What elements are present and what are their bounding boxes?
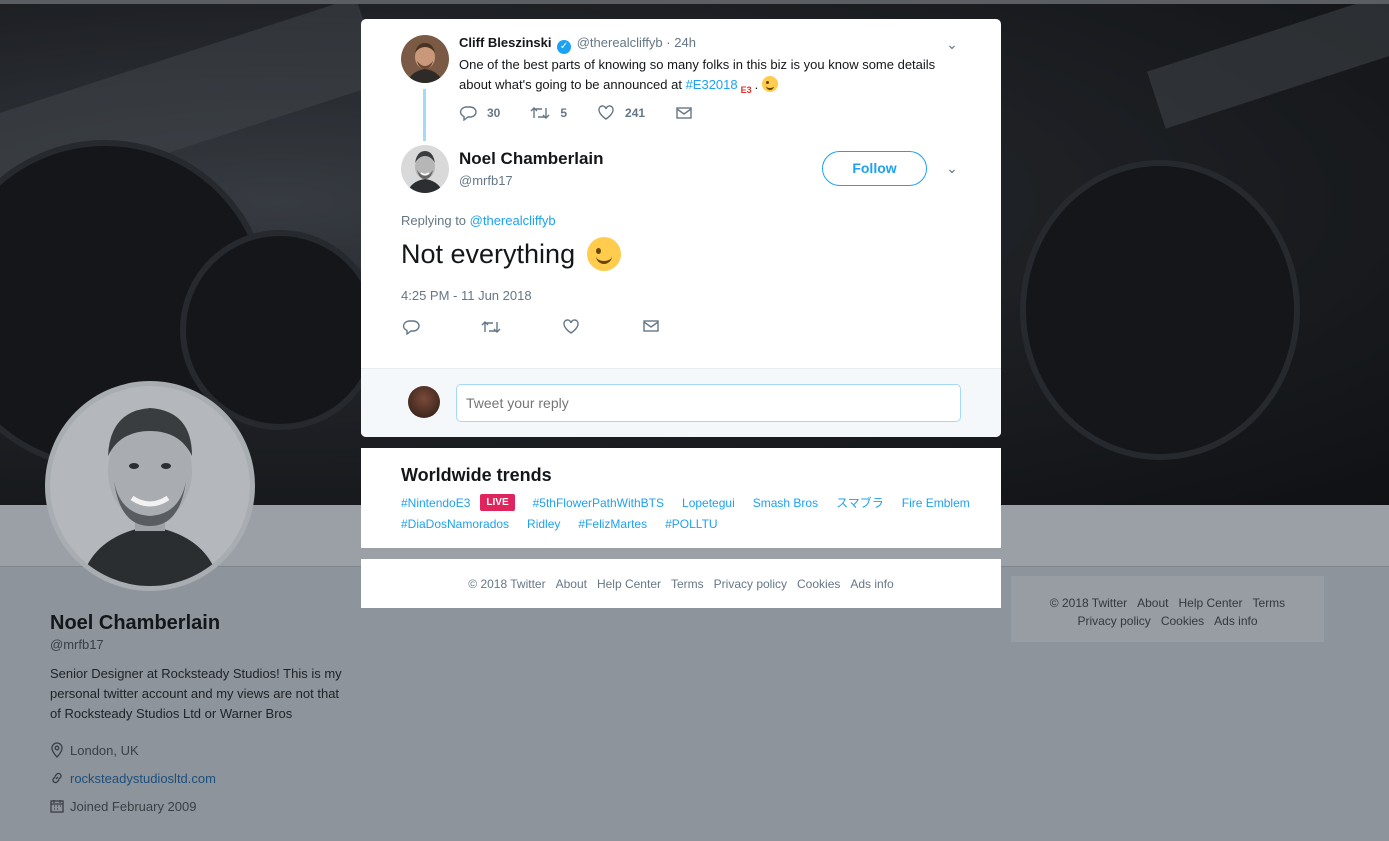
link-icon	[52, 772, 62, 784]
profile-name[interactable]: Noel Chamberlain	[50, 612, 350, 635]
modal-footer: © 2018 Twitter About Help Center Terms P…	[361, 559, 1001, 608]
reply-icon[interactable]	[401, 319, 421, 340]
main-tweet-text: Not everything	[401, 237, 622, 271]
side-footer-ads[interactable]: Ads info	[1214, 614, 1257, 628]
trend-item[interactable]: #5thFlowerPathWithBTS	[533, 496, 664, 510]
replying-to-handle[interactable]: @therealcliffyb	[470, 213, 556, 228]
live-badge: LIVE	[480, 494, 515, 511]
profile-handle[interactable]: @mrfb17	[50, 637, 350, 652]
like-count: 241	[625, 106, 646, 120]
main-tweet-actions	[401, 319, 721, 340]
footer-copyright: © 2018 Twitter	[468, 576, 546, 591]
retweet-icon[interactable]	[481, 319, 501, 340]
main-tweet-avatar[interactable]	[401, 145, 449, 193]
profile-avatar[interactable]	[45, 381, 255, 591]
trend-item[interactable]: スマブラ	[836, 494, 884, 511]
main-tweet-text-body: Not everything	[401, 238, 576, 269]
trend-item[interactable]: Lopetegui	[682, 496, 735, 510]
trends-panel: Worldwide trends #NintendoE3 LIVE #5thFl…	[361, 448, 1001, 548]
parent-tweet-avatar[interactable]	[401, 35, 449, 83]
retweet-icon	[530, 107, 550, 119]
footer-terms[interactable]: Terms	[671, 577, 704, 591]
parent-tweet-actions: 30 5 241	[459, 105, 723, 121]
thread-connector	[423, 89, 426, 141]
chevron-down-icon[interactable]: ⌄	[943, 159, 961, 177]
tweet-permalink-modal: Cliff Bleszinski ✓ @therealcliffyb · 24h…	[361, 19, 1001, 437]
retweet-count: 5	[560, 106, 568, 120]
tweet-reply-input[interactable]	[456, 384, 961, 422]
trends-row-2: #DiaDosNamorados Ridley #FelizMartes #PO…	[401, 517, 736, 531]
heart-icon[interactable]	[561, 319, 581, 340]
trend-item[interactable]: Smash Bros	[753, 496, 818, 510]
side-footer-copyright: © 2018 Twitter	[1049, 596, 1128, 610]
footer-about[interactable]: About	[556, 577, 587, 591]
envelope-icon	[676, 107, 692, 119]
parent-tweet[interactable]: Cliff Bleszinski ✓ @therealcliffyb · 24h…	[361, 19, 1001, 149]
winking-face-icon	[587, 237, 622, 271]
footer-privacy[interactable]: Privacy policy	[714, 577, 787, 591]
hashtag-link[interactable]: #E32018	[686, 77, 738, 92]
profile-joined-text: Joined February 2009	[70, 798, 197, 814]
footer-ads[interactable]: Ads info	[850, 577, 893, 591]
reply-count: 30	[487, 106, 501, 120]
parent-tweet-name[interactable]: Cliff Bleszinski	[459, 35, 551, 50]
footer-help[interactable]: Help Center	[597, 577, 661, 591]
follow-button[interactable]: Follow	[822, 151, 927, 186]
chevron-down-icon[interactable]: ⌄	[943, 35, 961, 53]
reply-icon	[459, 106, 477, 121]
parent-tweet-time[interactable]: · 24h	[666, 35, 696, 50]
trend-item[interactable]: #NintendoE3	[401, 496, 470, 510]
trend-item[interactable]: Fire Emblem	[902, 496, 970, 510]
side-footer-terms[interactable]: Terms	[1253, 596, 1286, 610]
profile-info: Noel Chamberlain @mrfb17 Senior Designer…	[50, 612, 350, 820]
calendar-icon	[50, 800, 64, 813]
current-user-avatar	[408, 386, 440, 418]
like-action[interactable]: 241	[597, 105, 645, 121]
e3-hashflag-icon: E3	[740, 85, 752, 95]
trend-item[interactable]: #DiaDosNamorados	[401, 517, 509, 531]
parent-tweet-header: Cliff Bleszinski ✓ @therealcliffyb · 24h	[459, 35, 696, 54]
profile-location: London, UK	[50, 736, 350, 764]
parent-tweet-handle[interactable]: @therealcliffyb	[577, 35, 663, 50]
trend-item[interactable]: Ridley	[527, 517, 560, 531]
replying-to-label: Replying to	[401, 213, 470, 228]
top-bar	[0, 0, 1389, 4]
trends-row-1: #NintendoE3 LIVE #5thFlowerPathWithBTS L…	[401, 494, 988, 511]
location-pin-icon	[51, 742, 63, 758]
envelope-icon[interactable]	[641, 319, 661, 340]
reply-action[interactable]: 30	[459, 105, 500, 121]
parent-tweet-text: One of the best parts of knowing so many…	[459, 55, 939, 102]
winking-face-icon	[761, 76, 778, 92]
trend-item[interactable]: #FelizMartes	[578, 517, 647, 531]
person-photo-icon	[50, 386, 250, 586]
side-footer-privacy[interactable]: Privacy policy	[1077, 614, 1150, 628]
profile-bio: Senior Designer at Rocksteady Studios! T…	[50, 666, 342, 721]
side-footer-about[interactable]: About	[1137, 596, 1168, 610]
heart-icon	[598, 105, 614, 120]
person-photo-icon	[401, 145, 449, 193]
footer-cookies[interactable]: Cookies	[797, 577, 840, 591]
parent-tweet-text-end: .	[754, 77, 759, 92]
main-tweet-timestamp[interactable]: 4:25 PM - 11 Jun 2018	[401, 288, 532, 303]
reply-composer	[361, 368, 1001, 437]
side-footer-help[interactable]: Help Center	[1178, 596, 1242, 610]
trend-item[interactable]: #POLLTU	[665, 517, 717, 531]
trends-title: Worldwide trends	[401, 465, 552, 485]
verified-badge-icon: ✓	[557, 40, 572, 54]
person-photo-icon	[401, 35, 449, 83]
profile-location-text: London, UK	[70, 742, 139, 758]
main-tweet-handle[interactable]: @mrfb17	[459, 173, 513, 188]
profile-joined: Joined February 2009	[50, 792, 350, 820]
main-tweet-name[interactable]: Noel Chamberlain	[459, 149, 604, 169]
dm-action[interactable]	[675, 106, 693, 120]
profile-website: rocksteadystudiosltd.com	[50, 764, 350, 792]
side-footer: © 2018 Twitter About Help Center Terms Priv…	[1011, 576, 1324, 642]
replying-to: Replying to @therealcliffyb	[401, 213, 556, 228]
profile-website-link[interactable]: rocksteadystudiosltd.com	[70, 771, 216, 786]
retweet-action[interactable]: 5	[530, 105, 567, 121]
side-footer-cookies[interactable]: Cookies	[1161, 614, 1204, 628]
